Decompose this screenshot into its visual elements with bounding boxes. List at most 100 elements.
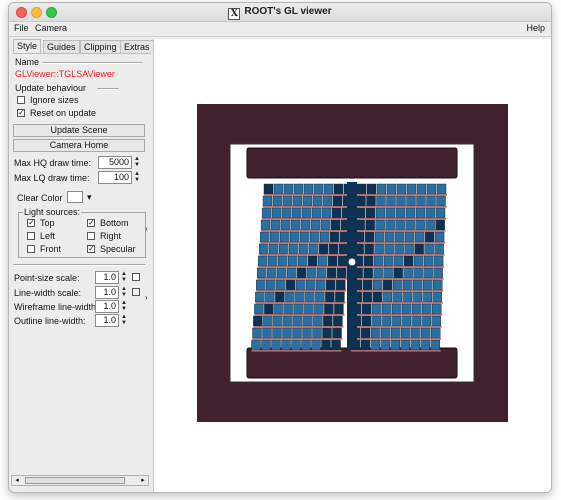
gl-viewport[interactable] bbox=[153, 39, 551, 492]
outline-spinner[interactable]: ▲ ▼ bbox=[120, 314, 128, 327]
detector-module bbox=[364, 243, 374, 255]
max-lq-spinner[interactable]: ▲ ▼ bbox=[133, 171, 141, 184]
detector-module bbox=[287, 267, 297, 279]
tab-clipping[interactable]: Clipping bbox=[80, 40, 121, 53]
detector-module bbox=[435, 207, 446, 219]
detector-module bbox=[392, 291, 402, 303]
module-row-stripe bbox=[257, 278, 348, 280]
line-width-spinner[interactable]: ▲ ▼ bbox=[120, 286, 128, 299]
module-row-stripe bbox=[254, 314, 345, 316]
tab-style[interactable]: Style bbox=[13, 39, 42, 53]
light-top-label: Top bbox=[40, 218, 55, 228]
detector-module bbox=[305, 291, 315, 303]
detector-module bbox=[400, 327, 411, 339]
detector-module bbox=[426, 183, 437, 195]
line-smooth-checkbox[interactable] bbox=[132, 288, 140, 296]
detector-scene[interactable] bbox=[197, 104, 508, 422]
detector-module bbox=[337, 267, 347, 279]
line-width-input[interactable]: 1.0 bbox=[95, 286, 119, 299]
detector-module bbox=[431, 315, 441, 327]
light-left-checkbox[interactable] bbox=[27, 232, 35, 240]
menu-file[interactable]: File bbox=[14, 23, 29, 33]
detector-module bbox=[296, 279, 306, 291]
max-hq-spinner[interactable]: ▲ ▼ bbox=[133, 156, 141, 169]
point-size-input[interactable]: 1.0 bbox=[95, 271, 119, 284]
detector-module bbox=[424, 243, 434, 255]
spin-down-icon[interactable]: ▼ bbox=[120, 292, 128, 298]
section-divider bbox=[13, 264, 145, 266]
max-lq-input[interactable]: 100 bbox=[98, 171, 132, 184]
detector-module bbox=[273, 183, 284, 195]
light-right-label: Right bbox=[100, 231, 122, 241]
detector-module bbox=[324, 303, 334, 315]
spin-down-icon[interactable]: ▼ bbox=[133, 162, 141, 168]
spin-down-icon[interactable]: ▼ bbox=[120, 277, 128, 283]
spin-down-icon[interactable]: ▼ bbox=[120, 320, 128, 326]
point-size-label: Point-size scale: bbox=[14, 273, 80, 283]
detector-module bbox=[326, 279, 336, 291]
detector-module bbox=[293, 315, 303, 327]
detector-module bbox=[303, 315, 313, 327]
detector-module bbox=[355, 207, 366, 219]
scroll-right-icon[interactable]: ▸ bbox=[138, 476, 148, 485]
detector-module bbox=[374, 231, 385, 243]
light-right-checkbox[interactable] bbox=[87, 232, 95, 240]
detector-module bbox=[263, 315, 273, 327]
ignore-sizes-checkbox[interactable] bbox=[17, 96, 25, 104]
detector-module bbox=[374, 243, 384, 255]
expand-arrow-icon[interactable]: › bbox=[145, 293, 148, 302]
detector-module bbox=[267, 255, 278, 267]
detector-module bbox=[380, 327, 391, 339]
detector-module bbox=[329, 231, 340, 243]
point-size-spinner[interactable]: ▲ ▼ bbox=[120, 271, 128, 284]
light-specular-checkbox[interactable]: ✓ bbox=[87, 245, 95, 253]
detector-module bbox=[366, 195, 376, 207]
detector-module bbox=[314, 303, 324, 315]
clear-color-swatch[interactable] bbox=[67, 191, 83, 203]
detector-module bbox=[356, 195, 366, 207]
update-behaviour-label: Update behaviour bbox=[15, 83, 87, 93]
scroll-left-icon[interactable]: ◂ bbox=[12, 476, 22, 485]
detector-module bbox=[328, 243, 339, 255]
camera-home-button[interactable]: Camera Home bbox=[13, 139, 145, 152]
wireframe-input[interactable]: 1.0 bbox=[95, 300, 119, 313]
light-bottom-checkbox[interactable]: ✓ bbox=[87, 219, 95, 227]
detector-module bbox=[331, 339, 341, 351]
spin-down-icon[interactable]: ▼ bbox=[133, 177, 141, 183]
detector-module bbox=[277, 267, 287, 279]
detector-module bbox=[383, 255, 394, 267]
detector-module bbox=[375, 207, 386, 219]
module-row-stripe bbox=[252, 338, 343, 340]
outline-input[interactable]: 1.0 bbox=[95, 314, 119, 327]
module-row-stripe bbox=[354, 254, 445, 256]
wireframe-spinner[interactable]: ▲ ▼ bbox=[120, 300, 128, 313]
detector-module bbox=[356, 183, 367, 195]
max-hq-input[interactable]: 5000 bbox=[98, 156, 132, 169]
panel-horizontal-scrollbar[interactable]: ◂ ▸ bbox=[11, 475, 149, 486]
chevron-down-icon[interactable]: ▾ bbox=[87, 192, 92, 203]
spin-down-icon[interactable]: ▼ bbox=[120, 306, 128, 312]
expand-arrow-icon[interactable]: › bbox=[145, 224, 148, 233]
light-front-checkbox[interactable] bbox=[27, 245, 35, 253]
module-row-stripe bbox=[353, 278, 444, 280]
detector-module bbox=[434, 243, 444, 255]
detector-module bbox=[433, 267, 443, 279]
tab-guides[interactable]: Guides bbox=[43, 40, 80, 53]
reset-on-update-checkbox[interactable]: ✓ bbox=[17, 109, 25, 117]
scroll-thumb[interactable] bbox=[25, 477, 125, 484]
update-scene-button[interactable]: Update Scene bbox=[13, 124, 145, 137]
light-top-checkbox[interactable]: ✓ bbox=[27, 219, 35, 227]
detector-module bbox=[395, 219, 405, 231]
point-smooth-checkbox[interactable] bbox=[132, 273, 140, 281]
detector-module bbox=[327, 267, 337, 279]
menu-camera[interactable]: Camera bbox=[35, 23, 67, 33]
detector-module bbox=[362, 279, 373, 291]
detector-module bbox=[391, 303, 402, 315]
module-row-stripe bbox=[258, 266, 349, 268]
x11-icon: X bbox=[228, 8, 241, 20]
tab-extras[interactable]: Extras bbox=[120, 40, 154, 53]
detector-module bbox=[290, 219, 301, 231]
detector-module bbox=[260, 231, 270, 243]
menu-help[interactable]: Help bbox=[526, 23, 545, 33]
check-icon: ✓ bbox=[28, 218, 35, 227]
